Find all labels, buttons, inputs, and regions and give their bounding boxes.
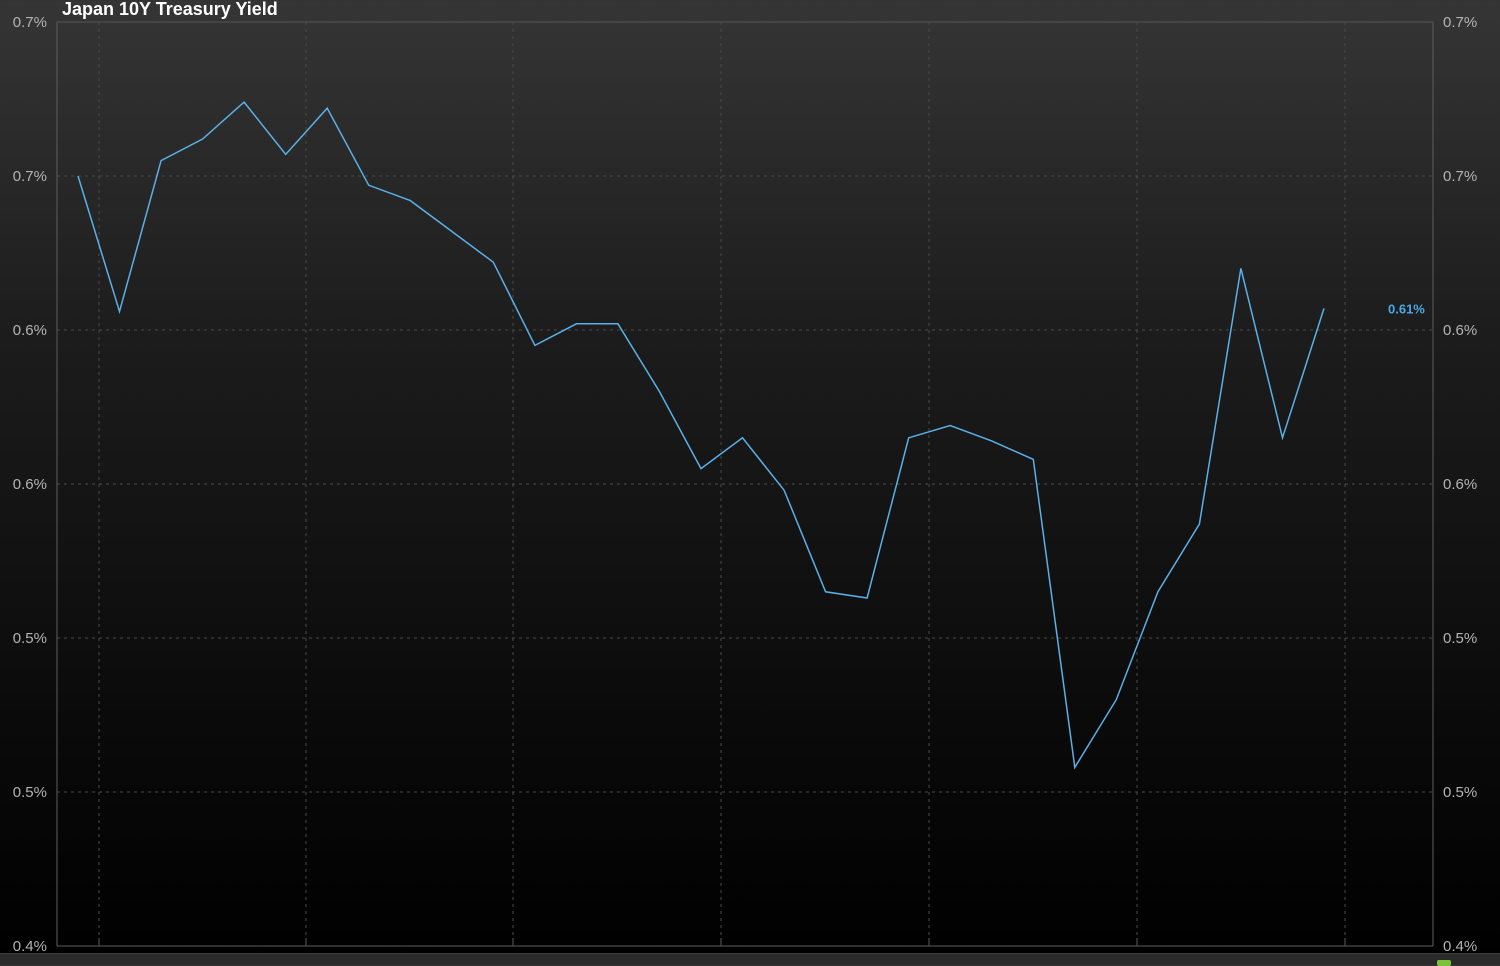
last-value-label: 0.61%	[1388, 301, 1425, 316]
y-tick-label-right: 0.7%	[1443, 14, 1477, 31]
chart-title: Japan 10Y Treasury Yield	[62, 0, 278, 19]
y-tick-label-left: 0.5%	[13, 630, 47, 647]
y-tick-label-right: 0.5%	[1443, 784, 1477, 801]
y-tick-label-right: 0.6%	[1443, 476, 1477, 493]
y-tick-label-left: 0.6%	[13, 322, 47, 339]
y-tick-label-right: 0.6%	[1443, 322, 1477, 339]
y-tick-label-left: 0.6%	[13, 476, 47, 493]
y-tick-label-left: 0.7%	[13, 14, 47, 31]
status-indicator	[1437, 960, 1451, 966]
y-tick-label-right: 0.7%	[1443, 168, 1477, 185]
y-tick-label-left: 0.7%	[13, 168, 47, 185]
chart-svg: 0.7% 0.7% 0.7% 0.7% 0.6% 0.6% 0.6% 0.6% 0.5% 0.5%…	[13, 0, 1477, 955]
chart: 0.7% 0.7% 0.7% 0.7% 0.6% 0.6% 0.6% 0.6% 0.5% 0.5%…	[0, 0, 1500, 966]
bottom-bar	[0, 953, 1500, 965]
y-tick-label-right: 0.5%	[1443, 630, 1477, 647]
y-tick-label-left: 0.5%	[13, 784, 47, 801]
grid	[57, 22, 1433, 946]
